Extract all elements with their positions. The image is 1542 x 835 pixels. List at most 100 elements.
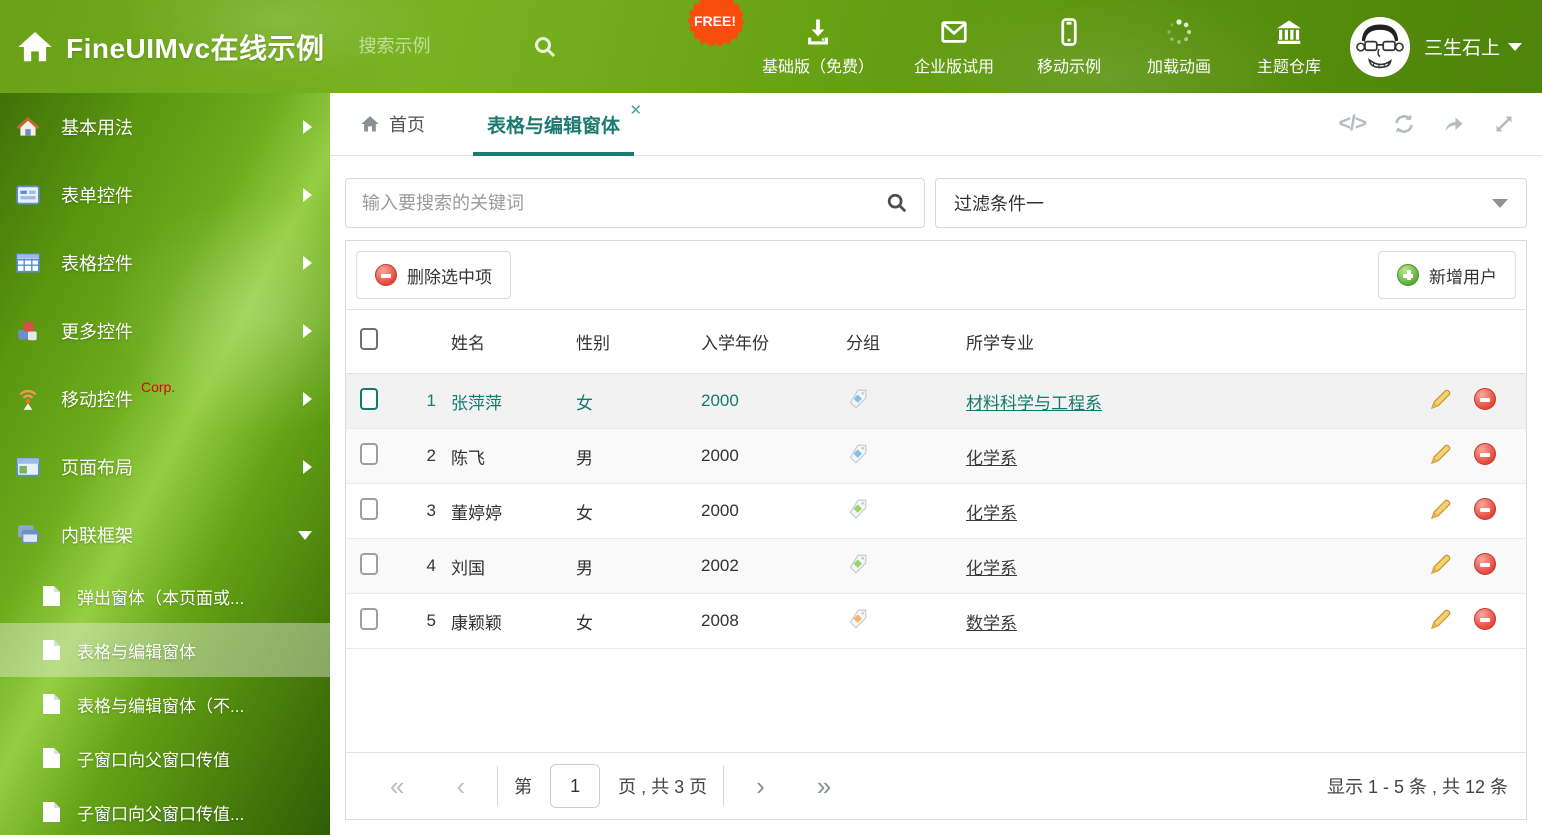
tab-close-icon[interactable]: ✕ [629, 103, 642, 118]
collapse-arrow-icon [298, 531, 312, 540]
cell-name: 康颖颖 [438, 609, 566, 634]
record-summary: 显示 1 - 5 条 , 共 12 条 [1327, 773, 1508, 799]
row-index: 5 [396, 611, 438, 631]
sidebar-subitem-popup-window[interactable]: 弹出窗体（本页面或... [0, 569, 330, 623]
tab-home[interactable]: 首页 [360, 93, 425, 155]
divider [497, 766, 498, 806]
edit-icon[interactable] [1429, 442, 1453, 466]
table-row[interactable]: 3 董婷婷 女 2000 化学系 [346, 484, 1526, 539]
delete-icon[interactable] [1474, 388, 1496, 410]
row-checkbox[interactable] [360, 608, 378, 630]
fullscreen-icon[interactable] [1492, 112, 1516, 136]
tab-grid-edit-window[interactable]: 表格与编辑窗体 ✕ [473, 93, 634, 155]
edit-icon[interactable] [1429, 552, 1453, 576]
cell-name: 董婷婷 [438, 499, 566, 524]
cell-year: 2008 [691, 611, 836, 631]
sidebar-subitem-grid-edit-window-2[interactable]: 表格与编辑窗体（不... [0, 677, 330, 731]
nav-mobile-demo[interactable]: 移动示例 [1034, 17, 1104, 77]
table-header: 姓名 性别 入学年份 分组 所学专业 [346, 310, 1526, 374]
main-area: 首页 表格与编辑窗体 ✕ </> [330, 93, 1542, 835]
sidebar-subitem-child-to-parent-2[interactable]: 子窗口向父窗口传值... [0, 785, 330, 835]
sidebar-item-basic-usage[interactable]: 基本用法 [0, 93, 330, 161]
grid-toolbar: 删除选中项 新增用户 [346, 241, 1526, 310]
cell-year: 2002 [691, 556, 836, 576]
edit-icon[interactable] [1429, 387, 1453, 411]
layout-icon [15, 454, 41, 480]
page-suffix-label: 页 , 共 3 页 [618, 773, 707, 799]
source-code-icon[interactable]: </> [1339, 112, 1366, 136]
nav-label: 加载动画 [1147, 53, 1211, 77]
column-header-name[interactable]: 姓名 [438, 329, 566, 354]
search-icon[interactable] [886, 192, 908, 214]
sidebar: 基本用法 表单控件 表格控件 更多控件 移动控件 Corp. [0, 93, 330, 835]
major-link[interactable]: 化学系 [966, 449, 1017, 468]
delete-icon[interactable] [1474, 498, 1496, 520]
column-header-year[interactable]: 入学年份 [691, 329, 836, 354]
nav-theme-repo[interactable]: 主题仓库 [1254, 17, 1324, 77]
add-user-button[interactable]: 新增用户 [1378, 251, 1516, 299]
keyword-search-input[interactable] [362, 193, 886, 214]
page-number-input[interactable] [550, 764, 600, 808]
major-link[interactable]: 化学系 [966, 559, 1017, 578]
form-icon [15, 182, 41, 208]
sidebar-item-grid-controls[interactable]: 表格控件 [0, 229, 330, 297]
tab-bar: 首页 表格与编辑窗体 ✕ </> [330, 93, 1542, 156]
header-search-input[interactable] [359, 36, 509, 57]
sidebar-item-form-controls[interactable]: 表单控件 [0, 161, 330, 229]
free-badge: FREE! [686, 0, 744, 50]
prev-page-button[interactable]: ‹ [430, 773, 491, 799]
column-header-group[interactable]: 分组 [836, 329, 956, 354]
user-avatar[interactable] [1350, 17, 1410, 77]
sidebar-item-page-layout[interactable]: 页面布局 [0, 433, 330, 501]
sidebar-subitem-label: 表格与编辑窗体 [77, 638, 196, 663]
major-link[interactable]: 化学系 [966, 504, 1017, 523]
last-page-button[interactable]: » [791, 773, 857, 799]
cell-gender: 男 [566, 444, 691, 469]
table-row[interactable]: 2 陈飞 男 2000 化学系 [346, 429, 1526, 484]
search-icon[interactable] [533, 35, 557, 59]
major-link[interactable]: 数学系 [966, 614, 1017, 633]
tab-active-label: 表格与编辑窗体 [487, 111, 620, 138]
nav-enterprise-trial[interactable]: 企业版试用 [914, 17, 994, 77]
row-checkbox[interactable] [360, 388, 378, 410]
envelope-icon [939, 17, 969, 47]
sidebar-item-label: 移动控件 [61, 386, 133, 412]
refresh-icon[interactable] [1392, 112, 1416, 136]
table-row[interactable]: 1 张萍萍 女 2000 材料科学与工程系 [346, 374, 1526, 429]
sidebar-subitem-grid-edit-window[interactable]: 表格与编辑窗体 [0, 623, 330, 677]
row-index: 4 [396, 556, 438, 576]
column-header-gender[interactable]: 性别 [566, 329, 691, 354]
delete-selected-button[interactable]: 删除选中项 [356, 251, 511, 299]
select-all-checkbox[interactable] [360, 328, 378, 350]
delete-icon[interactable] [1474, 608, 1496, 630]
app-title: FineUIMvc在线示例 [66, 27, 325, 67]
delete-icon[interactable] [1474, 553, 1496, 575]
sidebar-item-more-controls[interactable]: 更多控件 [0, 297, 330, 365]
edit-icon[interactable] [1429, 497, 1453, 521]
row-checkbox[interactable] [360, 443, 378, 465]
tab-content: 过滤条件一 删除选中项 新增用户 [330, 156, 1542, 835]
table-row[interactable]: 5 康颖颖 女 2008 数学系 [346, 594, 1526, 649]
first-page-button[interactable]: « [364, 773, 430, 799]
sidebar-item-iframe[interactable]: 内联框架 [0, 501, 330, 569]
table-row[interactable]: 4 刘国 男 2002 化学系 [346, 539, 1526, 594]
user-menu[interactable]: 三生石上 [1424, 33, 1522, 60]
column-header-major[interactable]: 所学专业 [956, 329, 1419, 354]
home-icon[interactable] [16, 28, 54, 66]
nav-basic-free[interactable]: 基础版（免费） [762, 17, 874, 77]
sidebar-item-mobile-controls[interactable]: 移动控件 Corp. [0, 365, 330, 433]
row-checkbox[interactable] [360, 553, 378, 575]
delete-icon[interactable] [1474, 443, 1496, 465]
tab-home-label: 首页 [389, 111, 425, 137]
antenna-icon [15, 386, 41, 412]
edit-icon[interactable] [1429, 607, 1453, 631]
spinner-icon [1164, 17, 1194, 47]
open-new-window-icon[interactable] [1442, 112, 1466, 136]
next-page-button[interactable]: › [730, 773, 791, 799]
sidebar-subitem-child-to-parent[interactable]: 子窗口向父窗口传值 [0, 731, 330, 785]
nav-loading-animation[interactable]: 加载动画 [1144, 17, 1214, 77]
filter-dropdown[interactable]: 过滤条件一 [935, 178, 1527, 228]
cell-gender: 男 [566, 554, 691, 579]
row-checkbox[interactable] [360, 498, 378, 520]
major-link[interactable]: 材料科学与工程系 [966, 394, 1102, 413]
